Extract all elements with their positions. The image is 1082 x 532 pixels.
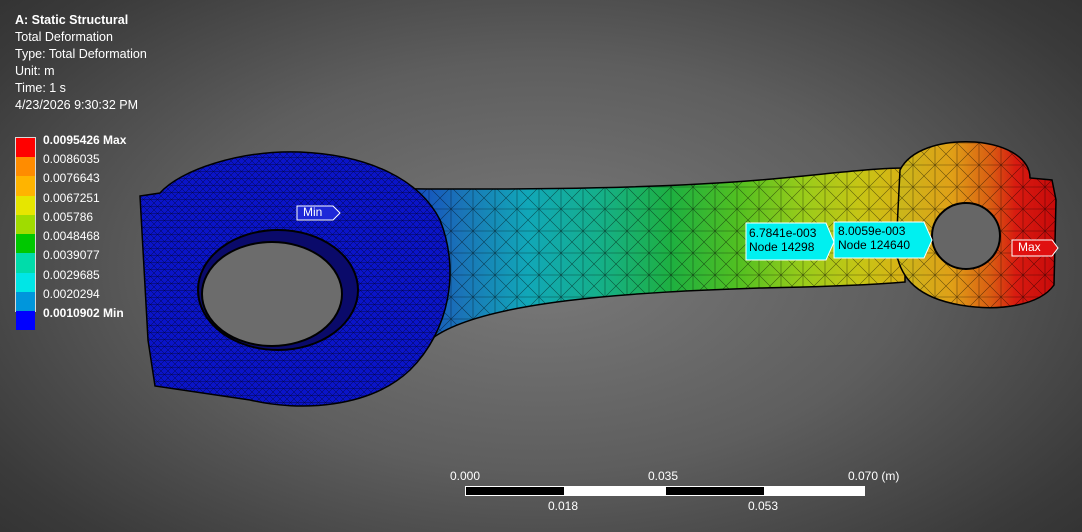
- max-tag: Max: [1018, 240, 1041, 254]
- connecting-rod-big-end: [139, 151, 451, 407]
- model-viewport[interactable]: [0, 0, 1082, 532]
- min-tag: Min: [303, 205, 323, 219]
- probe-1-text: 6.7841e-003 Node 14298: [746, 225, 819, 255]
- probe-2-node: Node 124640: [838, 238, 911, 252]
- probe-2-text: 8.0059e-003 Node 124640: [835, 223, 913, 253]
- probe-2-value: 8.0059e-003: [838, 224, 906, 238]
- probe-1-node: Node 14298: [749, 240, 815, 254]
- probe-1-value: 6.7841e-003: [749, 226, 817, 240]
